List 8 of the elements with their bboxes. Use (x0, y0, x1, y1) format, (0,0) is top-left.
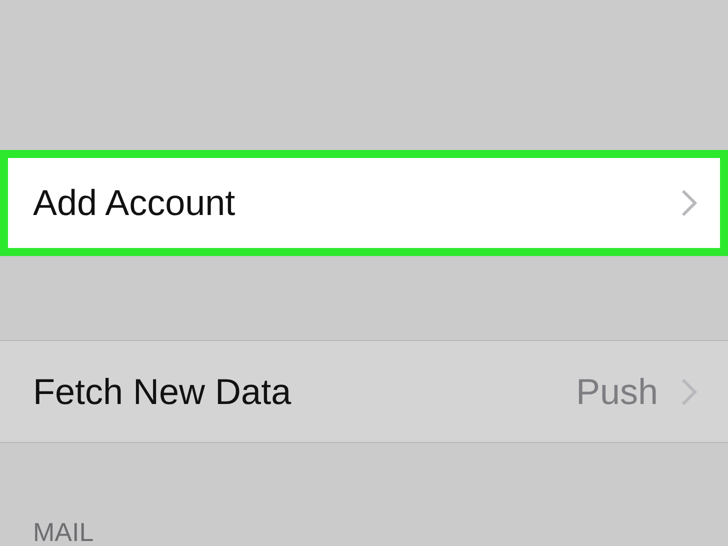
section-header: MAIL (32, 516, 95, 546)
settings-row[interactable]: Add Account (0, 150, 728, 256)
row-label: Add Account (33, 182, 236, 224)
chevron-icon (680, 188, 698, 218)
row-value: Push (576, 370, 658, 412)
chevron-icon (680, 376, 698, 406)
row-label: Fetch New Data (33, 370, 292, 412)
settings-row[interactable]: Fetch New Data Push (0, 340, 728, 443)
